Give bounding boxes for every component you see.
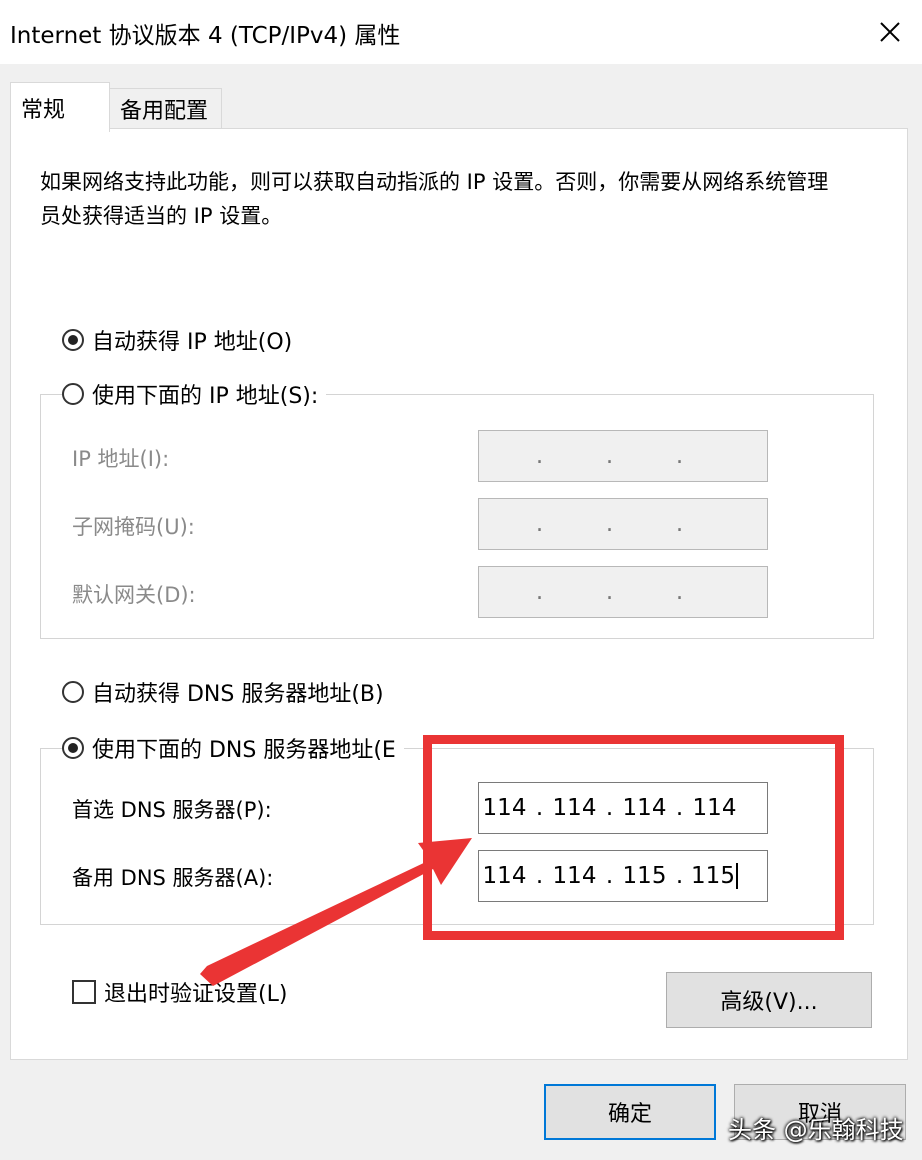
description-text: 如果网络支持此功能，则可以获取自动指派的 IP 设置。否则，你需要从网络系统管理… (40, 170, 829, 228)
gw-dot: . (605, 579, 614, 605)
pdns-dot: . (675, 795, 684, 821)
alternate-dns-label: 备用 DNS 服务器(A): (72, 866, 274, 890)
adns-octet-4: 115 (689, 863, 740, 890)
close-button[interactable] (868, 10, 912, 54)
default-gateway-label: 默认网关(D): (72, 583, 196, 607)
adns-octet-4-text: 115 (691, 862, 735, 889)
pdns-dot: . (605, 795, 614, 821)
radio-dns-manual-label: 使用下面的 DNS 服务器地址(E (92, 738, 396, 763)
mask-dot: . (605, 511, 614, 537)
pdns-octet-2: 114 (552, 795, 597, 821)
gw-dot: . (675, 579, 684, 605)
radio-ip-manual-indicator (62, 383, 84, 405)
ip-dot: . (535, 443, 544, 469)
tab-alternate-config-label: 备用配置 (120, 98, 209, 124)
gw-dot: . (535, 579, 544, 605)
tab-general[interactable]: 常规 (10, 82, 110, 132)
validate-checkbox-box (72, 980, 96, 1004)
ip-address-label: IP 地址(I): (72, 447, 170, 471)
radio-dns-auto[interactable]: 自动获得 DNS 服务器地址(B) (62, 676, 392, 708)
radio-ip-auto-indicator (62, 329, 84, 351)
text-caret (735, 863, 738, 890)
validate-checkbox-label: 退出时验证设置(L) (104, 982, 288, 1007)
preferred-dns-label: 首选 DNS 服务器(P): (72, 798, 272, 822)
validate-on-exit-checkbox[interactable]: 退出时验证设置(L) (72, 976, 287, 1008)
pdns-octet-1: 114 (482, 795, 527, 821)
adns-octet-3: 115 (622, 863, 667, 889)
radio-ip-manual[interactable]: 使用下面的 IP 地址(S): (62, 378, 327, 410)
adns-dot: . (535, 863, 544, 889)
advanced-button[interactable]: 高级(V)... (666, 972, 872, 1028)
radio-ip-auto-label: 自动获得 IP 地址(O) (92, 330, 293, 355)
preferred-dns-input[interactable]: 114. 114. 114. 114 (478, 782, 768, 834)
default-gateway-input[interactable]: . . . (478, 566, 768, 618)
watermark-text: 头条 @乐翰科技 (728, 1116, 904, 1144)
ok-button[interactable]: 确定 (544, 1084, 716, 1140)
adns-dot: . (605, 863, 614, 889)
alternate-dns-input[interactable]: 114. 114. 115. 115 (478, 850, 768, 902)
radio-dns-manual-indicator (62, 737, 84, 759)
pdns-dot: . (535, 795, 544, 821)
window-title: Internet 协议版本 4 (TCP/IPv4) 属性 (10, 23, 401, 49)
subnet-mask-input[interactable]: . . . (478, 498, 768, 550)
adns-dot: . (675, 863, 684, 889)
mask-dot: . (535, 511, 544, 537)
title-bar: Internet 协议版本 4 (TCP/IPv4) 属性 (0, 0, 922, 64)
close-icon (880, 22, 900, 42)
tab-general-label: 常规 (21, 97, 66, 123)
ip-dot: . (605, 443, 614, 469)
mask-dot: . (675, 511, 684, 537)
pdns-octet-3: 114 (622, 795, 667, 821)
pdns-octet-4: 114 (692, 795, 737, 821)
ip-dot: . (675, 443, 684, 469)
tab-alternate-config[interactable]: 备用配置 (110, 88, 222, 128)
radio-ip-manual-label: 使用下面的 IP 地址(S): (92, 384, 319, 409)
subnet-mask-label: 子网掩码(U): (72, 515, 195, 539)
ip-address-input[interactable]: . . . (478, 430, 768, 482)
radio-dns-auto-label: 自动获得 DNS 服务器地址(B) (92, 682, 384, 707)
radio-dns-auto-indicator (62, 681, 84, 703)
adns-octet-1: 114 (482, 863, 527, 889)
radio-dns-manual[interactable]: 使用下面的 DNS 服务器地址(E (62, 732, 404, 764)
radio-ip-auto[interactable]: 自动获得 IP 地址(O) (62, 324, 301, 356)
adns-octet-2: 114 (552, 863, 597, 889)
